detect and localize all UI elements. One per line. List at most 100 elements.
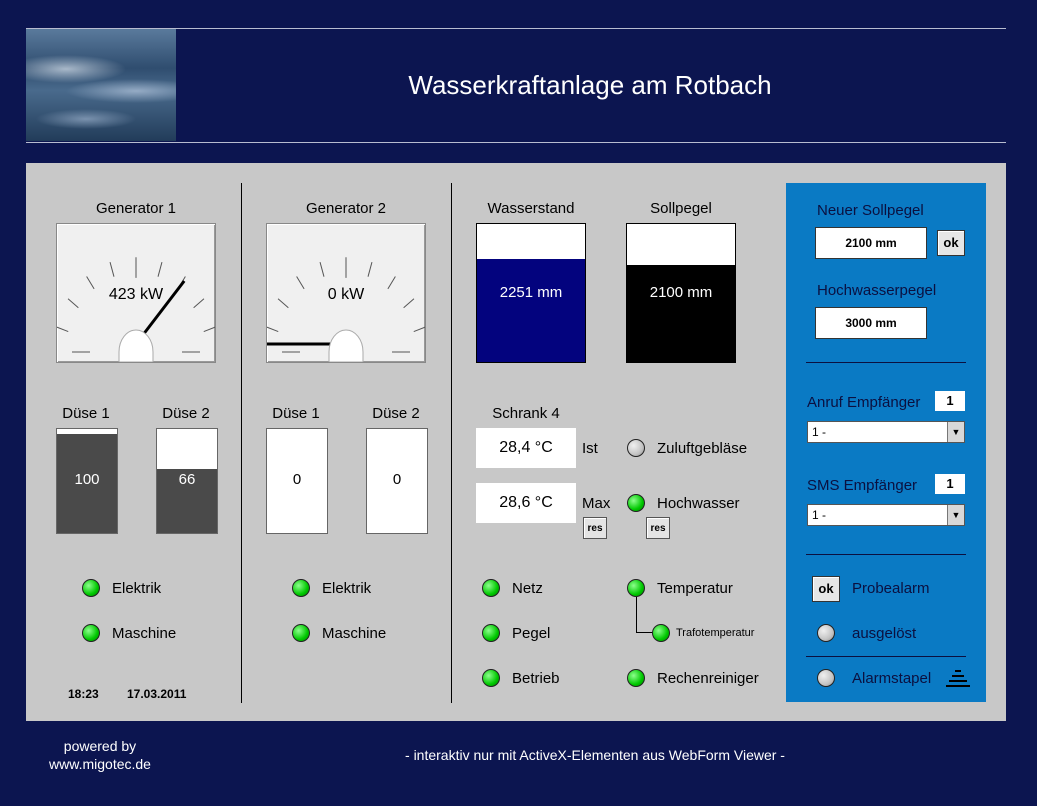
reset-max-button[interactable]: res (583, 517, 607, 539)
header-water-photo (26, 29, 176, 141)
call-receiver-select[interactable]: 1 - ▼ (807, 421, 965, 443)
gen1-elektrik-led (82, 579, 100, 597)
alarm-divider-1 (806, 362, 966, 363)
sms-receiver-label: SMS Empfänger (807, 477, 918, 494)
gen2-elektrik-led (292, 579, 310, 597)
new-level-ok-button[interactable]: ok (937, 230, 965, 256)
generator-2-value: 0 kW (327, 286, 365, 303)
sms-receiver-select-value: 1 - (812, 508, 827, 522)
schrank-ist-label: Ist (582, 440, 598, 457)
gen2-nozzle-1-value: 0 (292, 471, 302, 488)
gen1-nozzle-2-value: 66 (178, 471, 196, 488)
gauge-hub (118, 329, 154, 362)
generator-1-gauge: 423 kW (56, 223, 216, 363)
alarm-divider-2 (806, 554, 966, 555)
gauge-tick (319, 262, 325, 277)
generator-2-label: Generator 2 (305, 200, 387, 217)
gen2-maschine-led (292, 624, 310, 642)
gen1-nozzle-2-label: Düse 2 (162, 405, 210, 422)
pegel-led (482, 624, 500, 642)
clock-date: 17.03.2011 (127, 687, 187, 701)
gen1-nozzle-1-value: 100 (74, 471, 100, 488)
alarm-divider-3 (806, 656, 966, 657)
schrank-label: Schrank 4 (492, 405, 560, 422)
separator-2 (451, 183, 452, 703)
hochwasser-label: Hochwasser (657, 495, 740, 512)
flood-level-input[interactable]: 3000 mm (815, 307, 927, 339)
page-title: Wasserkraftanlage am Rotbach (408, 70, 772, 100)
gen1-nozzle-1-bar: 100 (56, 428, 118, 534)
hochwasser-led (627, 494, 645, 512)
test-alarm-label: Probealarm (852, 580, 930, 597)
wasserstand-label: Wasserstand (487, 200, 575, 217)
trafotemperatur-led (652, 624, 670, 642)
sollpegel-fill (627, 265, 735, 362)
new-level-label: Neuer Sollpegel (817, 202, 924, 219)
new-level-input[interactable]: 2100 mm (815, 227, 927, 259)
clock-time: 18:23 (68, 687, 99, 701)
sollpegel-tank: 2100 mm (626, 223, 736, 363)
gauge-tick (367, 262, 373, 277)
wasserstand-tank: 2251 mm (476, 223, 586, 363)
gen1-nozzle-2-bar: 66 (156, 428, 218, 534)
gen2-elektrik-label: Elektrik (322, 580, 372, 597)
rechenreiniger-led (627, 669, 645, 687)
temperatur-label: Temperatur (657, 580, 733, 597)
gauge-hub (328, 329, 364, 362)
gauge-tick (203, 326, 215, 333)
generator-1-label: Generator 1 (95, 200, 177, 217)
zuluft-led (627, 439, 645, 457)
wasserstand-value: 2251 mm (499, 284, 563, 301)
flood-level-label: Hochwasserpegel (817, 282, 937, 299)
gen1-maschine-label: Maschine (112, 625, 177, 642)
trafo-connector-horizontal (636, 632, 653, 633)
call-receiver-number: 1 (935, 391, 965, 411)
alarm-stack-led (817, 669, 835, 687)
gen1-maschine-led (82, 624, 100, 642)
zuluft-label: Zuluftgebläse (657, 440, 748, 457)
generator-2-gauge: 0 kW (266, 223, 426, 363)
dropdown-arrow-icon[interactable]: ▼ (947, 422, 964, 442)
call-receiver-select-value: 1 - (812, 425, 827, 439)
betrieb-led (482, 669, 500, 687)
trafotemperatur-label: Trafotemperatur (676, 627, 755, 639)
gauge-tick (267, 326, 279, 333)
triggered-label: ausgelöst (852, 625, 917, 642)
footer-site-link[interactable]: www.migotec.de (30, 756, 170, 772)
separator-1 (241, 183, 242, 703)
schrank-max-label: Max (582, 495, 611, 512)
gauge-tick (157, 262, 163, 277)
gen2-nozzle-1-bar: 0 (266, 428, 328, 534)
sollpegel-value: 2100 mm (649, 284, 713, 301)
netz-led (482, 579, 500, 597)
temperatur-led (627, 579, 645, 597)
sms-receiver-select[interactable]: 1 - ▼ (807, 504, 965, 526)
sms-receiver-number: 1 (935, 474, 965, 494)
call-receiver-label: Anruf Empfänger (807, 394, 921, 411)
footer-powered-by: powered by (63, 738, 137, 754)
test-alarm-ok-button[interactable]: ok (812, 576, 840, 602)
netz-label: Netz (512, 580, 543, 597)
gen1-nozzle-1-label: Düse 1 (62, 405, 110, 422)
triggered-led (817, 624, 835, 642)
header-bottom-line (26, 142, 1006, 143)
rechenreiniger-label: Rechenreiniger (657, 670, 759, 687)
stack-icon[interactable] (944, 668, 972, 690)
gen1-elektrik-label: Elektrik (112, 580, 162, 597)
gauge-tick (57, 326, 69, 333)
schrank-ist-value: 28,4 °C (476, 428, 576, 468)
betrieb-label: Betrieb (512, 670, 560, 687)
reset-hochwasser-button[interactable]: res (646, 517, 670, 539)
gauge-tick (109, 262, 115, 277)
dropdown-arrow-icon[interactable]: ▼ (947, 505, 964, 525)
footer-note: - interaktiv nur mit ActiveX-Elementen a… (405, 747, 785, 763)
gauge-tick (413, 326, 425, 333)
sollpegel-label: Sollpegel (650, 200, 712, 217)
gen2-nozzle-2-label: Düse 2 (372, 405, 420, 422)
gen2-nozzle-2-value: 0 (392, 471, 402, 488)
trafo-connector-vertical (636, 597, 637, 632)
generator-1-value: 423 kW (108, 286, 164, 303)
gen2-nozzle-2-bar: 0 (366, 428, 428, 534)
pegel-label: Pegel (512, 625, 551, 642)
alarm-stack-label: Alarmstapel (852, 670, 932, 687)
